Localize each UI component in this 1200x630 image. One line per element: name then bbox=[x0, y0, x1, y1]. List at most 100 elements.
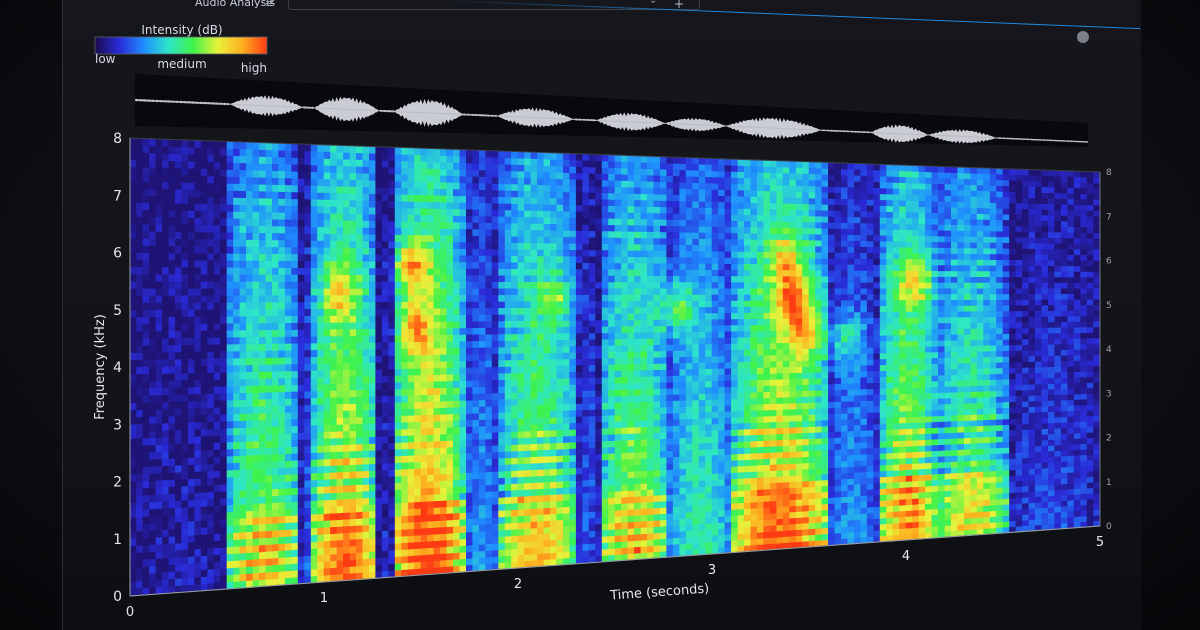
heatmap-cell bbox=[621, 420, 629, 428]
heatmap-cell bbox=[388, 536, 396, 545]
heatmap-cell bbox=[375, 409, 383, 417]
heatmap-cell bbox=[549, 493, 558, 502]
heatmap-cell bbox=[239, 267, 247, 275]
heatmap-cell bbox=[575, 230, 584, 238]
heatmap-cell bbox=[524, 190, 532, 198]
heatmap-cell bbox=[194, 351, 202, 360]
heatmap-cell bbox=[375, 557, 383, 566]
heatmap-cell bbox=[355, 206, 364, 215]
heatmap-cell bbox=[362, 544, 370, 553]
heatmap-cell bbox=[142, 515, 150, 525]
heatmap-cell bbox=[465, 386, 474, 395]
heatmap-cell bbox=[381, 442, 390, 451]
heatmap-cell bbox=[258, 426, 267, 435]
heatmap-cell bbox=[407, 414, 415, 423]
heatmap-cell bbox=[278, 405, 286, 413]
heatmap-cell bbox=[213, 238, 221, 247]
heatmap-cell bbox=[582, 338, 590, 347]
heatmap-cell bbox=[194, 231, 202, 240]
heatmap-cell bbox=[388, 375, 396, 383]
heatmap-cell bbox=[220, 560, 228, 569]
heatmap-cell bbox=[278, 329, 286, 337]
heatmap-cell bbox=[582, 313, 590, 321]
heatmap-cell bbox=[440, 194, 448, 203]
heatmap-cell bbox=[621, 452, 629, 460]
heatmap-cell bbox=[155, 465, 163, 474]
heatmap-cell bbox=[504, 392, 512, 400]
heatmap-cell bbox=[459, 162, 467, 170]
heatmap-cell bbox=[220, 161, 228, 170]
heatmap-cell bbox=[220, 336, 228, 345]
heatmap-cell bbox=[381, 321, 390, 330]
heatmap-cell bbox=[511, 515, 519, 524]
heatmap-cell bbox=[485, 333, 493, 342]
heatmap-cell bbox=[491, 470, 499, 479]
heatmap-cell bbox=[595, 459, 603, 468]
heatmap-cell bbox=[136, 209, 144, 218]
heatmap-cell bbox=[511, 522, 519, 530]
heatmap-cell bbox=[213, 533, 221, 542]
heatmap-cell bbox=[194, 435, 202, 444]
heatmap-cell bbox=[627, 287, 635, 295]
heatmap-cell bbox=[601, 243, 609, 251]
heatmap-cell bbox=[562, 403, 571, 411]
heatmap-cell bbox=[511, 216, 519, 224]
heatmap-cell bbox=[136, 252, 144, 261]
heatmap-cell bbox=[200, 266, 208, 275]
heatmap-cell bbox=[310, 383, 318, 392]
heatmap-cell bbox=[588, 319, 596, 327]
heatmap-cell bbox=[258, 239, 267, 248]
heatmap-cell bbox=[162, 578, 170, 587]
heatmap-cell bbox=[349, 430, 357, 438]
heatmap-cell bbox=[427, 294, 435, 302]
heatmap-cell bbox=[394, 555, 402, 564]
heatmap-cell bbox=[543, 533, 551, 541]
heatmap-cell bbox=[440, 314, 448, 322]
heatmap-cell bbox=[433, 254, 441, 263]
heatmap-cell bbox=[207, 330, 215, 338]
heatmap-cell bbox=[291, 576, 299, 585]
heatmap-cell bbox=[601, 262, 609, 270]
heatmap-cell bbox=[394, 160, 402, 168]
heatmap-cell bbox=[608, 433, 616, 442]
heatmap-cell bbox=[433, 154, 441, 163]
heatmap-cell bbox=[175, 408, 182, 417]
heatmap-cell bbox=[556, 384, 564, 392]
heatmap-cell bbox=[504, 203, 512, 211]
heatmap-cell bbox=[362, 510, 370, 519]
heatmap-cell bbox=[562, 352, 571, 360]
heatmap-cell bbox=[394, 502, 402, 511]
heatmap-cell bbox=[446, 387, 454, 395]
heatmap-cell bbox=[588, 479, 596, 487]
heatmap-cell bbox=[433, 360, 441, 369]
heatmap-cell bbox=[258, 350, 267, 359]
heatmap-cell bbox=[517, 554, 525, 562]
heatmap-cell bbox=[549, 526, 558, 534]
heatmap-cell bbox=[271, 536, 280, 545]
heatmap-cell bbox=[582, 370, 590, 379]
heatmap-cell bbox=[556, 390, 564, 399]
heatmap-cell bbox=[213, 575, 221, 584]
heatmap-cell bbox=[427, 407, 435, 416]
heatmap-cell bbox=[355, 375, 364, 384]
heatmap-cell bbox=[459, 241, 467, 250]
heatmap-cell bbox=[194, 484, 202, 494]
heatmap-cell bbox=[349, 538, 357, 547]
heatmap-cell bbox=[136, 509, 144, 518]
heatmap-cell bbox=[504, 476, 512, 485]
heatmap-cell bbox=[181, 217, 189, 226]
heatmap-cell bbox=[278, 487, 286, 496]
heatmap-cell bbox=[304, 349, 312, 358]
heatmap-cell bbox=[401, 153, 409, 162]
heatmap-cell bbox=[291, 239, 299, 248]
heatmap-cell bbox=[569, 544, 577, 552]
heatmap-cell bbox=[601, 446, 609, 455]
heatmap-cell bbox=[265, 564, 273, 573]
heatmap-cell bbox=[330, 505, 338, 514]
heatmap-cell bbox=[252, 398, 260, 407]
heatmap-cell bbox=[368, 422, 377, 431]
heatmap-cell bbox=[355, 572, 364, 581]
heatmap-cell bbox=[162, 231, 170, 239]
heatmap-cell bbox=[194, 252, 202, 261]
heatmap-cell bbox=[446, 281, 454, 289]
